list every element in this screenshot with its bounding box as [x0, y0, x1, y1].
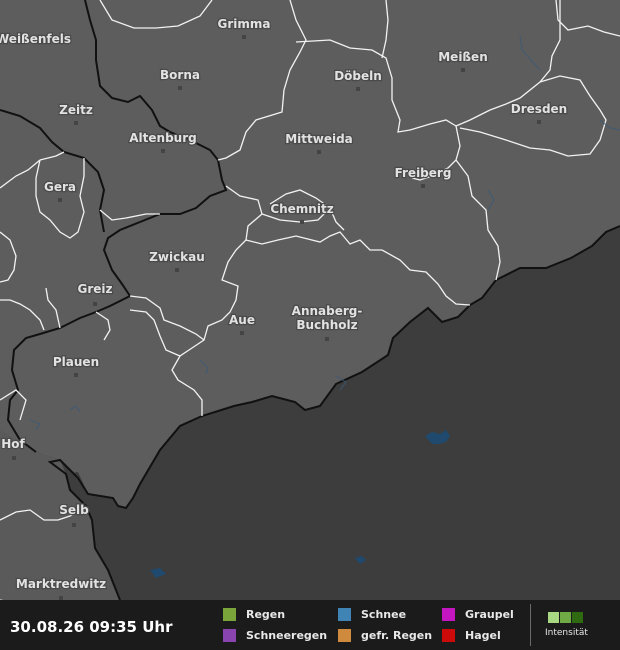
weather-map: Weißenfels Grimma Borna Döbeln Meißen Ze… — [0, 0, 620, 650]
legend-item-regen: Regen — [223, 607, 285, 621]
city-label: Weißenfels — [0, 32, 71, 46]
legend-item-hagel: Hagel — [442, 628, 501, 642]
city-label: Hof — [1, 437, 25, 451]
city-weissenfels: Weißenfels — [0, 31, 72, 48]
city-label: Zeitz — [59, 103, 93, 117]
legend-item-schneeregen: Schneeregen — [223, 628, 327, 642]
legend-swatch — [442, 628, 455, 642]
city-label-line2: Buchholz — [296, 318, 357, 332]
intensity-swatch-high — [572, 612, 583, 623]
city-label: Aue — [229, 313, 255, 327]
legend-swatch — [338, 628, 351, 642]
legend-label: Schneeregen — [246, 628, 328, 642]
city-marker — [356, 87, 360, 91]
city-marker — [93, 302, 97, 306]
city-marker — [58, 198, 62, 202]
city-label: Borna — [160, 68, 200, 82]
legend-item-gefr-regen: gefr. Regen — [338, 628, 432, 642]
city-label: Selb — [59, 503, 89, 517]
city-label: Greiz — [77, 282, 112, 296]
city-marker — [300, 220, 304, 224]
city-label: Mittweida — [285, 132, 353, 146]
city-marker — [317, 150, 321, 154]
timestamp-label: 30.08.26 09:35 Uhr — [10, 618, 173, 636]
city-marker — [537, 120, 541, 124]
city-marker — [72, 523, 76, 527]
intensity-scale — [548, 612, 584, 623]
legend-label: Regen — [246, 607, 286, 621]
city-label: Marktredwitz — [16, 577, 106, 591]
city-marker — [161, 149, 165, 153]
legend-swatch — [338, 607, 351, 621]
legend-item-schnee: Schnee — [338, 607, 406, 621]
city-label: Freiberg — [395, 166, 452, 180]
city-label: Annaberg- — [292, 304, 363, 318]
city-label: Altenburg — [129, 131, 196, 145]
city-marker — [242, 35, 246, 39]
legend-label: Schnee — [361, 607, 407, 621]
city-label: Zwickau — [149, 250, 205, 264]
legend-swatch — [223, 607, 236, 621]
city-marker — [461, 68, 465, 72]
city-marker — [421, 184, 425, 188]
city-label: Döbeln — [334, 69, 382, 83]
city-label: Dresden — [511, 102, 567, 116]
intensity-label: Intensität — [545, 628, 588, 638]
city-marker — [74, 373, 78, 377]
legend-label: gefr. Regen — [361, 628, 433, 642]
city-label: Plauen — [53, 355, 99, 369]
city-marker — [240, 331, 244, 335]
intensity-swatch-low — [548, 612, 559, 623]
city-marker — [178, 86, 182, 90]
city-label: Grimma — [218, 17, 271, 31]
legend-footer: 30.08.26 09:35 Uhr Regen Schnee Graupel … — [0, 600, 620, 650]
legend-label: Graupel — [465, 607, 514, 621]
city-marker — [175, 268, 179, 272]
legend-swatch — [223, 628, 236, 642]
city-marker — [325, 337, 329, 341]
intensity-swatch-mid — [560, 612, 571, 623]
city-marker — [12, 456, 16, 460]
city-label: Chemnitz — [270, 202, 333, 216]
legend-label: Hagel — [465, 628, 501, 642]
city-label: Meißen — [438, 50, 488, 64]
city-label: Gera — [44, 180, 76, 194]
legend-divider — [530, 604, 531, 646]
legend-swatch — [442, 607, 455, 621]
city-marker — [74, 121, 78, 125]
legend-item-graupel: Graupel — [442, 607, 514, 621]
